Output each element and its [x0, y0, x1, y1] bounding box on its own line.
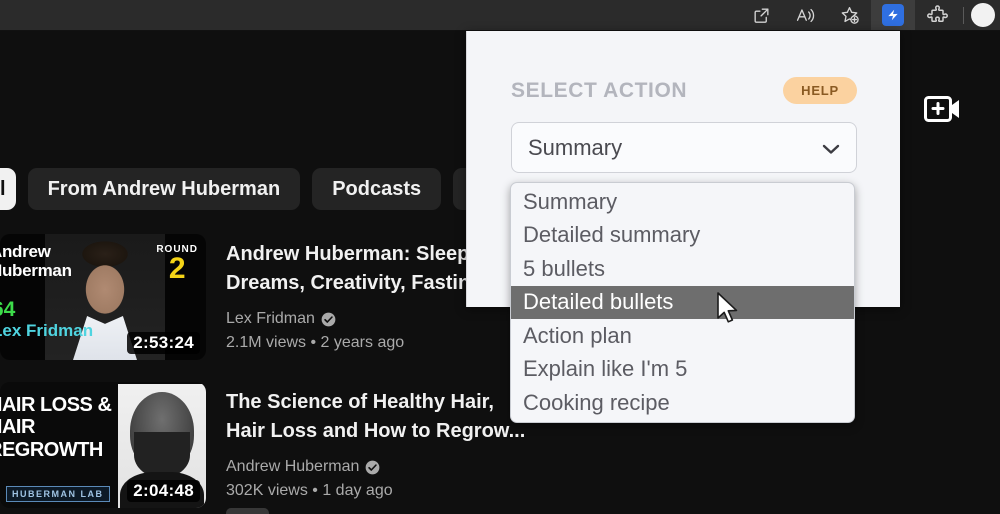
thumbnail-round-badge-1: ROUND 2 [156, 244, 198, 285]
browser-toolbar [0, 0, 1000, 31]
video-meta-2: 302K views • 1 day ago [226, 482, 525, 500]
summarizer-extension-icon[interactable] [871, 0, 915, 30]
profile-avatar[interactable] [968, 0, 1000, 30]
meta-separator: • [310, 334, 321, 351]
screen: All From Andrew Huberman Podcasts Andrew… [0, 0, 1000, 514]
chip-from-andrew-huberman-label: From Andrew Huberman [47, 177, 281, 200]
video-channel-1[interactable]: Lex Fridman [226, 310, 482, 328]
meta-separator: • [312, 482, 323, 499]
filter-chips-row: All From Andrew Huberman Podcasts [0, 168, 494, 210]
round-number: 2 [168, 252, 186, 285]
popup-header: SELECT ACTION HELP [511, 77, 857, 104]
video-views-1: 2.1M views [226, 334, 307, 351]
thumbnail-episode-number-1: 64 [0, 298, 16, 321]
option-cooking-recipe[interactable]: Cooking recipe [511, 386, 854, 420]
action-select-dropdown[interactable]: Summary Detailed summary 5 bullets Detai… [510, 182, 855, 423]
video-channel-2[interactable]: Andrew Huberman [226, 458, 525, 476]
option-explain-like-im-5[interactable]: Explain like I'm 5 [511, 353, 854, 387]
option-5-bullets[interactable]: 5 bullets [511, 252, 854, 286]
video-add-icon[interactable] [924, 96, 960, 122]
video-duration-1: 2:53:24 [127, 332, 200, 354]
video-meta-1: 2.1M views • 2 years ago [226, 334, 482, 352]
video-thumbnail-2[interactable]: HAIR LOSS & HAIR REGROWTH HUBERMAN LAB 2… [0, 382, 206, 508]
thumbnail-overlay-name-1: Andrew Huberman [0, 242, 72, 281]
option-detailed-bullets[interactable]: Detailed bullets [511, 285, 854, 319]
video-info-2: The Science of Healthy Hair, Hair Loss a… [226, 382, 525, 514]
option-detailed-summary[interactable]: Detailed summary [511, 219, 854, 253]
thumbnail-brand-2: HUBERMAN LAB [6, 486, 110, 502]
video-thumbnail-1[interactable]: Andrew Huberman 64 Lex Fridman ROUND 2 2… [0, 234, 206, 360]
toolbar-divider [963, 6, 964, 24]
select-action-heading: SELECT ACTION [511, 78, 688, 102]
thumbnail-host-1: Lex Fridman [0, 321, 94, 340]
chip-all[interactable]: All [0, 168, 16, 210]
avatar [971, 3, 995, 27]
verified-badge-icon [321, 312, 336, 326]
thumbnail-overlay-name-2: HAIR LOSS & HAIR REGROWTH [0, 394, 112, 461]
action-select[interactable]: Summary [511, 122, 857, 173]
chip-from-andrew-huberman[interactable]: From Andrew Huberman [27, 168, 301, 210]
action-select-value: Summary [528, 134, 623, 160]
video-duration-2: 2:04:48 [127, 480, 200, 502]
chip-podcasts-label: Podcasts [332, 177, 422, 200]
chevron-down-icon [822, 135, 840, 161]
share-icon[interactable] [739, 0, 783, 30]
video-age-1: 2 years ago [320, 334, 405, 351]
add-favorite-icon[interactable] [827, 0, 871, 30]
read-aloud-icon[interactable] [783, 0, 827, 30]
mouse-cursor [716, 292, 740, 331]
extensions-puzzle-icon[interactable] [915, 0, 959, 30]
toolbar-icon-group [739, 0, 1000, 30]
verified-badge-icon [366, 460, 380, 474]
extension-badge [882, 4, 904, 26]
video-channel-name-1: Lex Fridman [226, 310, 315, 327]
video-row-2[interactable]: HAIR LOSS & HAIR REGROWTH HUBERMAN LAB 2… [0, 382, 525, 514]
option-summary[interactable]: Summary [511, 185, 854, 219]
video-title-1[interactable]: Andrew Huberman: Sleep, Dreams, Creativi… [226, 240, 482, 298]
chip-podcasts[interactable]: Podcasts [312, 168, 442, 210]
option-action-plan[interactable]: Action plan [511, 319, 854, 353]
video-info-1: Andrew Huberman: Sleep, Dreams, Creativi… [226, 234, 482, 360]
video-age-2: 1 day ago [322, 482, 393, 499]
video-row-1[interactable]: Andrew Huberman 64 Lex Fridman ROUND 2 2… [0, 234, 482, 360]
video-title-2[interactable]: The Science of Healthy Hair, Hair Loss a… [226, 388, 525, 446]
new-badge: New [226, 508, 269, 514]
video-channel-name-2: Andrew Huberman [226, 458, 360, 475]
help-button[interactable]: HELP [783, 77, 857, 104]
video-views-2: 302K views [226, 482, 308, 499]
chip-all-label: All [0, 177, 6, 200]
